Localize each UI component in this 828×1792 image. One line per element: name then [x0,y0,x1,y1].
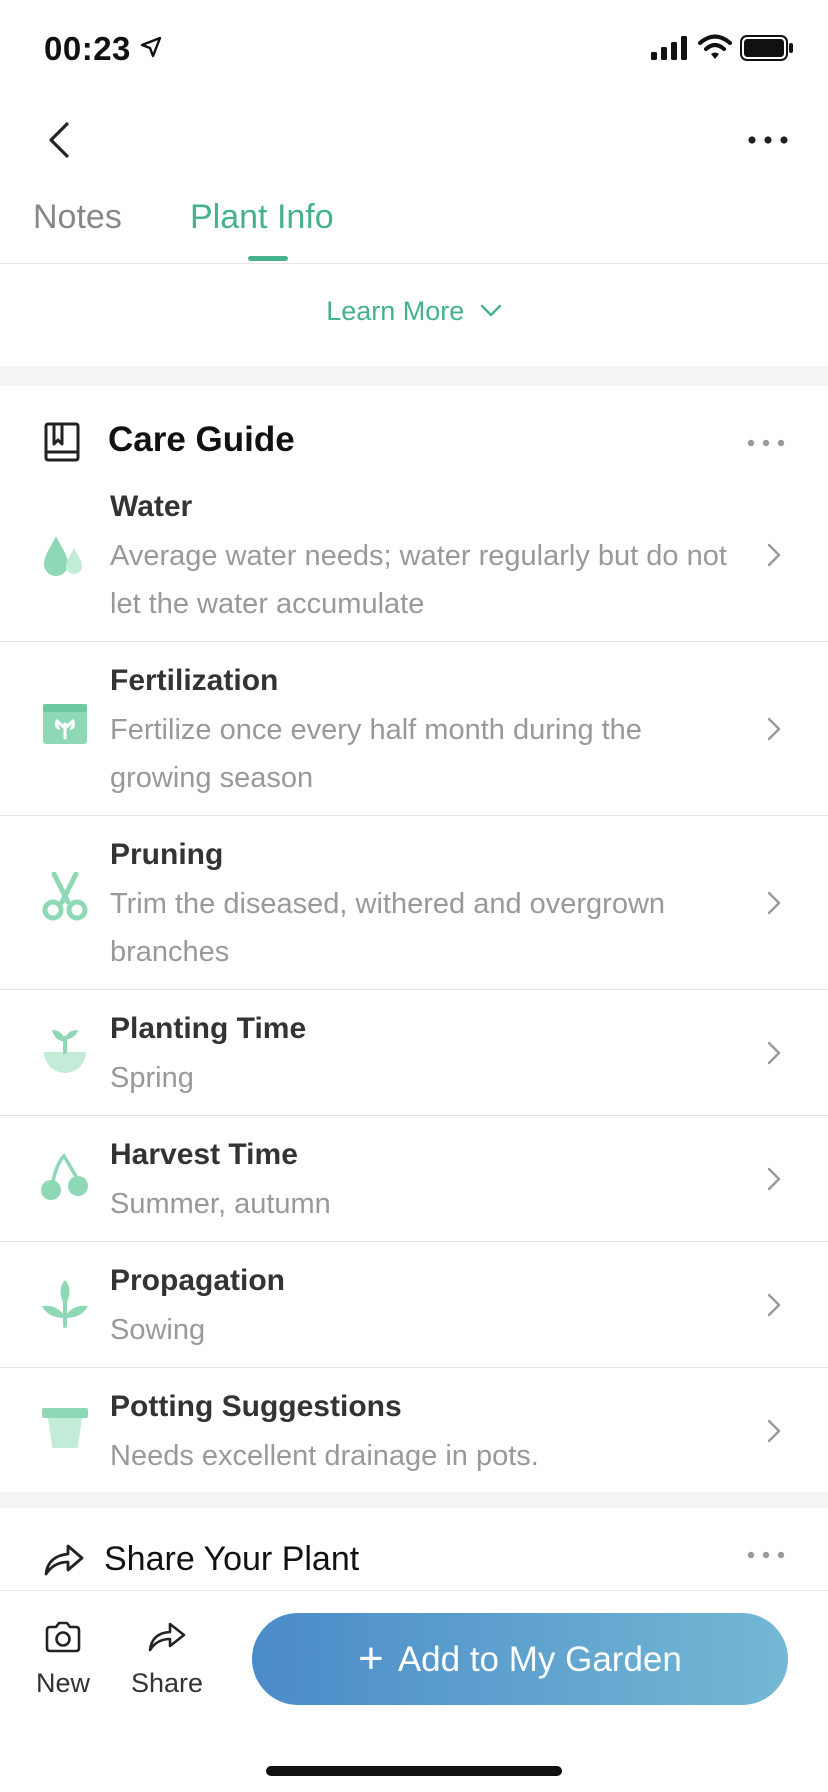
share-label: Share [130,1668,204,1698]
care-item-title: Planting Time [110,1012,307,1045]
section-divider [0,366,828,386]
flower-pot-icon [42,1408,88,1448]
share-button[interactable]: Share [122,1621,212,1699]
chevron-right-icon [767,891,781,915]
care-item-desc: Fertilize once every half month during t… [110,714,642,794]
share-your-plant-section[interactable]: Share Your Plant [0,1506,828,1590]
add-to-my-garden-button[interactable]: + Add to My Garden [252,1613,788,1705]
tab-notes[interactable]: Notes [33,198,122,237]
status-bar: 00:23 [0,0,828,100]
fertilizer-bag-icon [43,704,87,744]
location-arrow-icon [140,36,162,58]
learn-more-link[interactable]: Learn More [0,296,828,327]
chevron-right-icon [767,1293,781,1317]
care-item-desc: Average water needs; water regularly but… [110,540,727,620]
bottom-action-bar: New Share + Add to My Garden [0,1590,828,1792]
seedling-icon [42,1280,88,1328]
more-options-icon[interactable] [744,124,792,156]
care-item-desc: Summer, autumn [110,1188,331,1220]
care-guide-title: Care Guide [108,420,295,459]
active-tab-indicator [248,256,288,261]
learn-more-label: Learn More [326,296,465,326]
scissors-icon [42,872,88,921]
book-icon [44,422,80,462]
chevron-right-icon [767,717,781,741]
care-item-water[interactable]: Water Average water needs; water regular… [0,478,828,642]
care-item-potting-suggestions[interactable]: Potting Suggestions Needs excellent drai… [0,1368,828,1492]
care-item-title: Propagation [110,1264,286,1297]
care-item-desc: Sowing [110,1314,206,1346]
chevron-down-icon [480,304,501,317]
care-item-title: Water [110,490,193,523]
care-guide-more-icon[interactable] [746,438,786,448]
care-item-fertilization[interactable]: Fertilization Fertilize once every half … [0,642,828,816]
chevron-right-icon [767,1167,781,1191]
chevron-right-icon [767,1419,781,1443]
plus-icon: + [358,1634,384,1683]
home-indicator [266,1766,562,1776]
wifi-icon [698,34,732,59]
care-item-harvest-time[interactable]: Harvest Time Summer, autumn [0,1116,828,1242]
share-your-plant-title: Share Your Plant [104,1540,360,1578]
sprout-pot-icon [44,1030,86,1073]
care-item-desc: Needs excellent drainage in pots. [110,1440,539,1472]
back-chevron-icon[interactable] [40,116,80,164]
care-item-propagation[interactable]: Propagation Sowing [0,1242,828,1368]
care-guide-header: Care Guide [0,408,828,478]
chevron-right-icon [767,1041,781,1065]
camera-icon [45,1621,81,1653]
tab-bar: Notes Plant Info [0,190,828,264]
care-item-planting-time[interactable]: Planting Time Spring [0,990,828,1116]
share-arrow-icon [44,1544,84,1576]
care-item-title: Pruning [110,838,224,871]
cherries-icon [41,1153,88,1200]
care-item-desc: Trim the diseased, withered and overgrow… [110,888,666,968]
battery-icon [740,35,793,61]
chevron-right-icon [767,543,781,567]
status-time: 00:23 [44,30,131,67]
share-arrow-icon [148,1622,186,1652]
add-to-garden-label: Add to My Garden [397,1640,682,1679]
water-drops-icon [44,536,82,576]
care-item-title: Fertilization [110,664,279,697]
cellular-signal-icon [651,36,687,60]
care-item-desc: Spring [110,1062,194,1094]
care-item-title: Harvest Time [110,1138,298,1171]
new-button[interactable]: New [18,1621,108,1699]
share-plant-more-icon[interactable] [746,1550,786,1560]
tab-plant-info[interactable]: Plant Info [190,198,334,237]
new-label: New [35,1668,90,1698]
care-item-title: Potting Suggestions [110,1390,402,1423]
care-item-pruning[interactable]: Pruning Trim the diseased, withered and … [0,816,828,990]
